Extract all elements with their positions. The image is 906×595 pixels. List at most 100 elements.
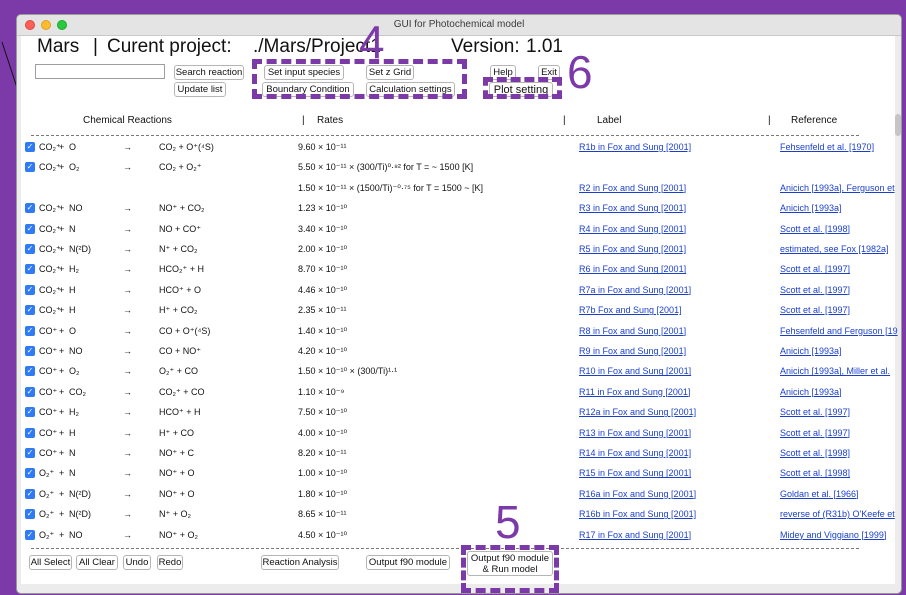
reaction-checkbox[interactable]: ✓ — [25, 346, 35, 356]
reaction-rate: 8.70 × 10⁻¹⁰ — [298, 264, 348, 275]
reactant-1: O₂⁺ — [39, 509, 55, 520]
reaction-checkbox[interactable]: ✓ — [25, 427, 35, 438]
reaction-reference-link[interactable]: reverse of (R31b) O'Keefe et — [780, 509, 895, 519]
header-divider — [31, 135, 859, 136]
reaction-row: ✓ O₂⁺ + NO → NO⁺ + O₂ 4.50 × 10⁻¹⁰ R17 in Fox a… — [21, 527, 895, 547]
reaction-checkbox[interactable]: ✓ — [25, 203, 35, 214]
reaction-label-link[interactable]: R7b Fox and Sung [2001] — [579, 305, 682, 315]
reaction-label-link[interactable]: R13 in Fox and Sung [2001] — [579, 428, 691, 438]
reaction-reference-link[interactable]: Scott et al. [1997] — [780, 407, 850, 417]
reaction-checkbox[interactable]: ✓ — [25, 305, 35, 316]
reaction-reference-link[interactable]: Scott et al. [1997] — [780, 428, 850, 438]
reaction-checkbox[interactable]: ✓ — [25, 162, 35, 173]
reaction-reference-link[interactable]: Midey and Viggiano [1999] — [780, 530, 886, 540]
reaction-reference-link[interactable]: Scott et al. [1998] — [780, 448, 850, 458]
reaction-reference-link[interactable]: Scott et al. [1998] — [780, 224, 850, 234]
reaction-products: CO₂ + O⁺(⁴S) — [159, 142, 214, 152]
reaction-label-link[interactable]: R16b in Fox and Sung [2001] — [579, 509, 696, 519]
reaction-checkbox[interactable]: ✓ — [25, 488, 35, 499]
search-input[interactable] — [35, 64, 165, 79]
redo-button[interactable]: Redo — [157, 555, 183, 570]
reaction-reference-link[interactable]: Scott et al. [1997] — [780, 285, 850, 295]
app-window: GUI for Photochemical model Mars | Curen… — [16, 14, 902, 594]
reaction-checkbox[interactable]: ✓ — [25, 142, 35, 152]
reactant-1: CO₂⁺ — [39, 223, 61, 234]
reaction-label-link[interactable]: R12a in Fox and Sung [2001] — [579, 407, 696, 417]
reaction-checkbox[interactable]: ✓ — [25, 264, 35, 275]
col-separator: | — [563, 115, 566, 126]
update-list-button[interactable]: Update list — [174, 82, 226, 97]
reaction-arrow-icon: → — [123, 468, 132, 479]
reaction-products: N⁺ + CO₂ — [159, 244, 198, 254]
reaction-label-link[interactable]: R7a in Fox and Sung [2001] — [579, 285, 691, 295]
reaction-label-link[interactable]: R8 in Fox and Sung [2001] — [579, 326, 686, 336]
reaction-reference-link[interactable]: Anicich [1993a] — [780, 346, 842, 356]
plus-sign: + — [59, 244, 65, 254]
reaction-label-link[interactable]: R3 in Fox and Sung [2001] — [579, 203, 686, 213]
all-clear-button[interactable]: All Clear — [76, 555, 118, 570]
annotation-box-5 — [461, 545, 559, 593]
reaction-checkbox[interactable]: ✓ — [25, 244, 35, 254]
reaction-products: CO + NO⁺ — [159, 346, 202, 356]
reaction-label-link[interactable]: R2 in Fox and Sung [2001] — [579, 183, 686, 193]
reactant-2: NO — [69, 529, 83, 540]
search-reaction-button[interactable]: Search reaction — [174, 65, 244, 80]
reactant-2: NO — [69, 346, 83, 356]
reaction-reference-link[interactable]: Fehsenfeld and Ferguson [19 — [780, 326, 898, 336]
reaction-label-link[interactable]: R15 in Fox and Sung [2001] — [579, 468, 691, 478]
main-panel: Mars | Curent project: ./Mars/Project1 V… — [21, 36, 901, 584]
plus-sign: + — [59, 142, 65, 152]
reaction-checkbox[interactable]: ✓ — [25, 509, 35, 520]
vertical-scrollbar[interactable] — [895, 114, 901, 136]
reaction-checkbox[interactable]: ✓ — [25, 448, 35, 458]
reaction-arrow-icon: → — [123, 223, 132, 234]
reaction-rate: 1.00 × 10⁻¹⁰ — [298, 468, 348, 479]
reaction-checkbox[interactable]: ✓ — [25, 386, 35, 397]
reaction-checkbox[interactable]: ✓ — [25, 468, 35, 479]
reaction-products: HCO⁺ + O — [159, 284, 202, 295]
plus-sign: + — [59, 407, 65, 418]
reactant-2: N(²D) — [69, 244, 91, 254]
plus-sign: + — [59, 346, 65, 356]
reaction-row: ✓ CO₂⁺ + O₂ → CO₂ + O₂⁺ 5.50 × 10⁻¹¹ × (300/Ti… — [21, 159, 895, 179]
reaction-row: 1.50 × 10⁻¹¹ × (1500/Ti)⁻⁰·⁷⁵ for T = 15… — [21, 180, 895, 200]
reaction-checkbox[interactable]: ✓ — [25, 223, 35, 234]
reaction-reference-link[interactable]: Anicich [1993a], Ferguson et — [780, 183, 895, 193]
reaction-checkbox[interactable]: ✓ — [25, 366, 35, 377]
reactant-1: CO⁺ — [39, 366, 58, 377]
reaction-checkbox[interactable]: ✓ — [25, 284, 35, 295]
reaction-reference-link[interactable]: Anicich [1993a] — [780, 387, 842, 397]
reactant-2: O₂ — [69, 366, 80, 377]
reaction-arrow-icon: → — [123, 448, 132, 458]
reaction-label-link[interactable]: R4 in Fox and Sung [2001] — [579, 224, 686, 234]
undo-button[interactable]: Undo — [123, 555, 151, 570]
reaction-label-link[interactable]: R14 in Fox and Sung [2001] — [579, 448, 691, 458]
reaction-label-link[interactable]: R5 in Fox and Sung [2001] — [579, 244, 686, 254]
reaction-reference-link[interactable]: Anicich [1993a] — [780, 203, 842, 213]
reaction-reference-link[interactable]: estimated, see Fox [1982a] — [780, 244, 889, 254]
output-f90-button[interactable]: Output f90 module — [366, 555, 450, 570]
reaction-label-link[interactable]: R10 in Fox and Sung [2001] — [579, 366, 691, 376]
reaction-label-link[interactable]: R1b in Fox and Sung [2001] — [579, 142, 691, 152]
reaction-reference-link[interactable]: Scott et al. [1997] — [780, 305, 850, 315]
reaction-checkbox[interactable]: ✓ — [25, 325, 35, 336]
reaction-label-link[interactable]: R11 in Fox and Sung [2001] — [579, 387, 690, 397]
plus-sign: + — [59, 386, 65, 397]
reaction-label-link[interactable]: R9 in Fox and Sung [2001] — [579, 346, 686, 356]
reaction-reference-link[interactable]: Anicich [1993a], Miller et al. — [780, 366, 890, 376]
all-select-button[interactable]: All Select — [29, 555, 72, 570]
reaction-rate: 3.40 × 10⁻¹⁰ — [298, 223, 348, 234]
reaction-analysis-button[interactable]: Reaction Analysis — [261, 555, 339, 570]
reaction-checkbox[interactable]: ✓ — [25, 407, 35, 418]
reaction-reference-link[interactable]: Goldan et al. [1966] — [780, 489, 859, 499]
reaction-arrow-icon: → — [123, 488, 132, 499]
reaction-label-link[interactable]: R16a in Fox and Sung [2001] — [579, 489, 696, 499]
reaction-reference-link[interactable]: Scott et al. [1998] — [780, 468, 850, 478]
reaction-checkbox[interactable]: ✓ — [25, 529, 35, 540]
plus-sign: + — [59, 305, 65, 316]
reaction-reference-link[interactable]: Fehsenfeld et al. [1970] — [780, 142, 874, 152]
reactant-1: O₂⁺ — [39, 488, 55, 499]
reaction-reference-link[interactable]: Scott et al. [1997] — [780, 264, 850, 274]
reaction-label-link[interactable]: R17 in Fox and Sung [2001] — [579, 530, 691, 540]
reaction-label-link[interactable]: R6 in Fox and Sung [2001] — [579, 264, 686, 274]
